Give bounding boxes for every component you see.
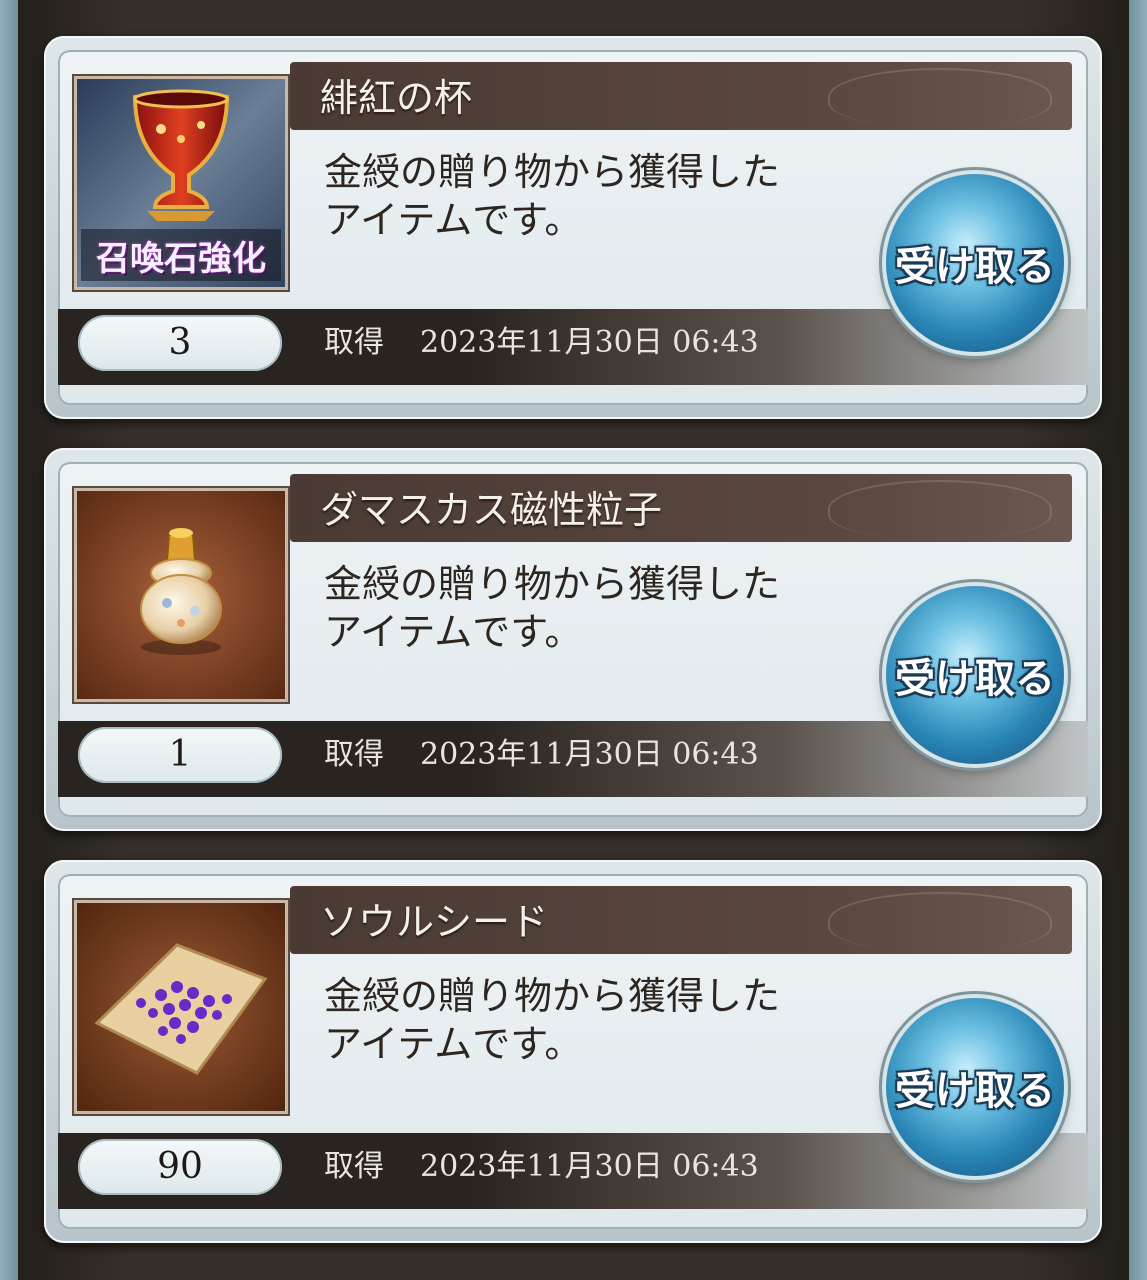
item-title: ダマスカス磁性粒子 — [320, 488, 663, 532]
list-item: ダマスカス磁性粒子 金綬の贈り物から獲得した アイテムです。 1 取得 2023… — [44, 448, 1102, 831]
acquired-label: 取得 — [324, 1149, 384, 1184]
description-line: アイテムです。 — [324, 610, 583, 654]
card-body: ダマスカス磁性粒子 金綬の贈り物から獲得した アイテムです。 1 取得 2023… — [58, 462, 1088, 817]
acquired-label: 取得 — [324, 737, 384, 772]
description-line: 金綬の贈り物から獲得した — [324, 974, 781, 1018]
receive-button[interactable]: 受け取る — [886, 586, 1064, 764]
receive-button[interactable]: 受け取る — [886, 998, 1064, 1176]
crimson-cup-icon: 召喚石強化 — [74, 76, 288, 290]
acquired-date: 2023年11月30日 06:43 — [420, 1149, 759, 1184]
acquired-date: 2023年11月30日 06:43 — [420, 737, 759, 772]
item-description: 金綬の贈り物から獲得した アイテムです。 — [324, 148, 884, 244]
item-title: ソウルシード — [320, 900, 549, 944]
receive-button-label: 受け取る — [895, 244, 1055, 290]
description-line: アイテムです。 — [324, 198, 583, 242]
description-line: 金綬の贈り物から獲得した — [324, 562, 781, 606]
right-border — [1129, 0, 1147, 1280]
card-body: 緋紅の杯 召喚石強化 金綬の贈り物から獲得した アイテムです。 3 取得 202… — [58, 50, 1088, 405]
soul-seed-icon — [74, 900, 288, 1114]
acquired-date: 2023年11月30日 06:43 — [420, 325, 759, 360]
card-body: ソウルシード 金綬の贈り物から獲得した アイテムです。 90 取得 2023年1… — [58, 874, 1088, 1229]
list-item: 緋紅の杯 召喚石強化 金綬の贈り物から獲得した アイテムです。 3 取得 202… — [44, 36, 1102, 419]
damascus-particle-icon — [74, 488, 288, 702]
left-border — [0, 0, 18, 1280]
acquired-label: 取得 — [324, 325, 384, 360]
description-line: 金綬の贈り物から獲得した — [324, 150, 781, 194]
quantity-badge: 1 — [78, 727, 282, 783]
list-item: ソウルシード 金綬の贈り物から獲得した アイテムです。 90 取得 2023年1… — [44, 860, 1102, 1243]
quantity-badge: 3 — [78, 315, 282, 371]
item-description: 金綬の贈り物から獲得した アイテムです。 — [324, 560, 884, 656]
icon-caption: 召喚石強化 — [96, 239, 266, 279]
receive-button-label: 受け取る — [895, 1068, 1055, 1114]
item-title: 緋紅の杯 — [320, 76, 473, 120]
quantity-badge: 90 — [78, 1139, 282, 1195]
receive-button[interactable]: 受け取る — [886, 174, 1064, 352]
receive-button-label: 受け取る — [895, 656, 1055, 702]
description-line: アイテムです。 — [324, 1022, 583, 1066]
item-description: 金綬の贈り物から獲得した アイテムです。 — [324, 972, 884, 1068]
